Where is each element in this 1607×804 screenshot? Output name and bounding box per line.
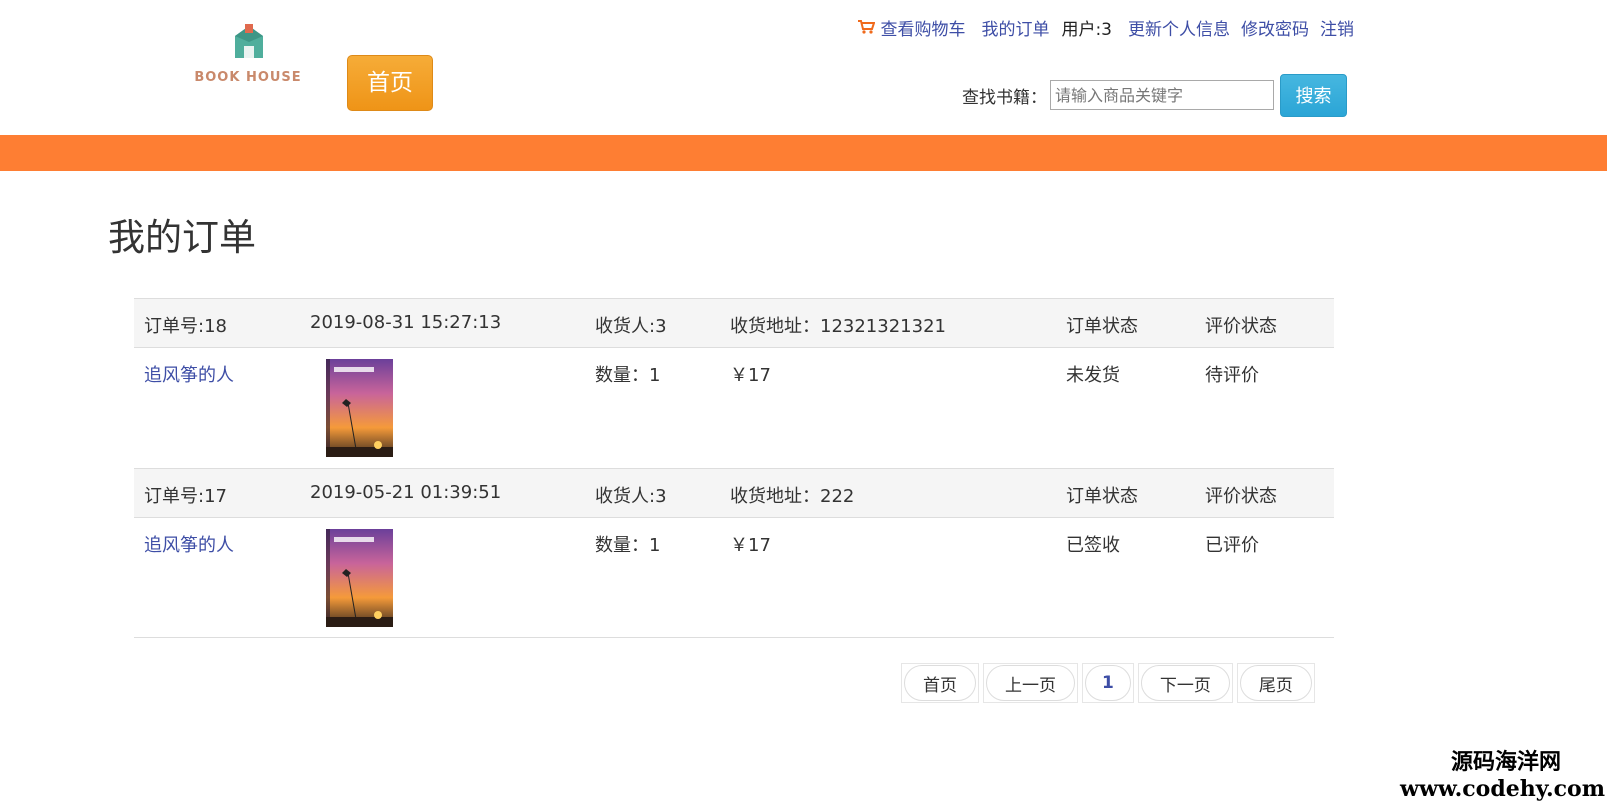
logout-link[interactable]: 注销 (1320, 15, 1354, 40)
book-title-link[interactable]: 追风筝的人 (144, 365, 234, 386)
review-status-header: 评价状态 (1205, 316, 1277, 337)
order-header-row: 订单号:17 2019-05-21 01:39:51 收货人:3 收货地址：22… (134, 468, 1334, 517)
last-page-button[interactable]: 尾页 (1239, 665, 1312, 701)
house-logo-icon (235, 24, 263, 58)
change-password-link[interactable]: 修改密码 (1241, 15, 1309, 40)
search-button[interactable]: 搜索 (1280, 73, 1347, 117)
search-bar: 查找书籍： 搜索 (962, 73, 1347, 117)
order-address: 收货地址：12321321321 (730, 316, 946, 337)
order-time: 2019-08-31 15:27:13 (310, 312, 502, 333)
view-cart-link[interactable]: 查看购物车 (880, 15, 965, 40)
item-price: ￥17 (730, 365, 771, 386)
order-status: 未发货 (1066, 365, 1120, 386)
pagination: 首页 上一页 1 下一页 尾页 (901, 663, 1319, 703)
search-label: 查找书籍： (962, 87, 1047, 108)
next-page-button[interactable]: 下一页 (1140, 665, 1230, 701)
current-user: 用户:3 (1061, 19, 1112, 40)
review-status: 待评价 (1205, 365, 1259, 386)
order-status-header: 订单状态 (1066, 316, 1138, 337)
logo-text: BOOK HOUSE (194, 70, 302, 85)
item-quantity: 数量：1 (595, 535, 661, 556)
page-title: 我的订单 (108, 216, 256, 259)
order-item-row: 追风筝的人 数量：1 ￥17 已签收 已评价 (134, 517, 1334, 638)
watermark-line2: www.codehy.com (1400, 776, 1605, 802)
top-nav: 查看购物车 我的订单 用户:3 更新个人信息 修改密码 注销 (857, 15, 1354, 40)
order-receiver: 收货人:3 (595, 316, 667, 337)
logo[interactable]: BOOK HOUSE (189, 22, 307, 92)
item-quantity: 数量：1 (595, 365, 661, 386)
order-time: 2019-05-21 01:39:51 (310, 482, 502, 503)
prev-page-button[interactable]: 上一页 (986, 665, 1075, 701)
my-orders-link[interactable]: 我的订单 (981, 15, 1049, 40)
book-title-link[interactable]: 追风筝的人 (144, 535, 234, 556)
first-page-button[interactable]: 首页 (904, 665, 976, 701)
orders-table: 订单号:18 2019-08-31 15:27:13 收货人:3 收货地址：12… (134, 298, 1334, 638)
search-input[interactable] (1050, 80, 1274, 110)
order-address: 收货地址：222 (730, 486, 855, 507)
review-status: 已评价 (1205, 535, 1259, 556)
order-number: 订单号:18 (144, 316, 227, 337)
item-price: ￥17 (730, 535, 771, 556)
watermark-line1: 源码海洋网 (1450, 750, 1561, 775)
review-status-header: 评价状态 (1205, 486, 1277, 507)
order-status: 已签收 (1066, 535, 1120, 556)
header-divider-bar (0, 135, 1607, 171)
watermark: 源码海洋网 www.codehy.com (1400, 750, 1605, 802)
order-header-row: 订单号:18 2019-08-31 15:27:13 收货人:3 收货地址：12… (134, 298, 1334, 347)
order-receiver: 收货人:3 (595, 486, 667, 507)
order-number: 订单号:17 (144, 486, 227, 507)
order-status-header: 订单状态 (1066, 486, 1138, 507)
book-cover-image[interactable] (326, 529, 393, 627)
shopping-cart-icon[interactable] (857, 20, 876, 34)
update-info-link[interactable]: 更新个人信息 (1128, 15, 1230, 40)
home-button[interactable]: 首页 (347, 55, 433, 111)
book-cover-image[interactable] (326, 359, 393, 457)
order-item-row: 追风筝的人 数量：1 ￥17 未发货 待评价 (134, 347, 1334, 468)
current-page-button[interactable]: 1 (1085, 665, 1131, 701)
